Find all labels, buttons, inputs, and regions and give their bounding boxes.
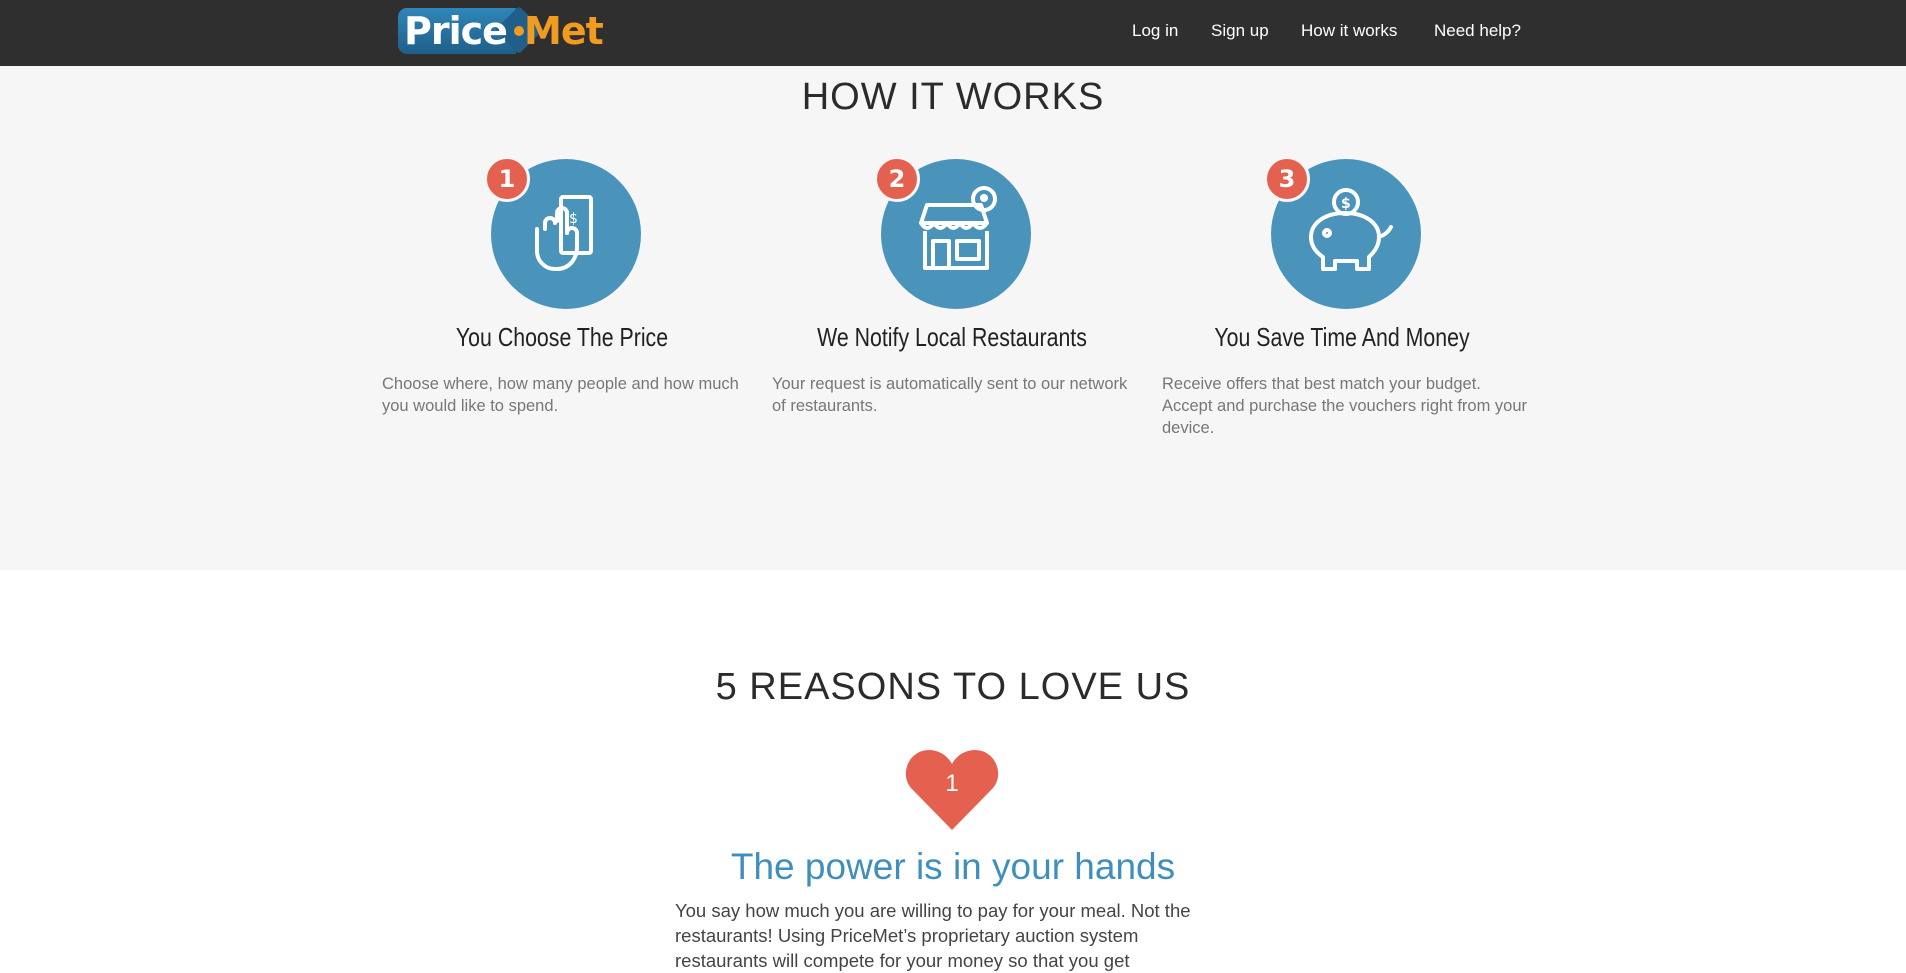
nav-log-in[interactable]: Log in: [1132, 21, 1178, 41]
main-nav: Log in Sign up How it works Need help?: [0, 0, 1906, 62]
top-navbar: Price Met Log in Sign up How it works Ne…: [0, 0, 1906, 66]
nav-sign-up[interactable]: Sign up: [1211, 21, 1269, 41]
reason-title: The power is in your hands: [730, 846, 1176, 887]
step-description: Receive offers that best match your budg…: [1162, 375, 1528, 437]
reason-description: You say how much you are willing to pay …: [675, 900, 1191, 971]
step-badge-1: 1: [484, 156, 530, 202]
step-title: You Save Time And Money: [1214, 322, 1470, 352]
step-title: You Choose The Price: [455, 322, 669, 352]
step-description: Your request is automatically sent to ou…: [772, 375, 1128, 415]
step-title: We Notify Local Restaurants: [817, 322, 1087, 352]
step-description: Choose where, how many people and how mu…: [382, 375, 739, 415]
svg-text:$: $: [569, 211, 578, 227]
how-it-works-section: HOW IT WORKS $ 1 You Choose The Price Ch…: [0, 66, 1906, 570]
reason-number: 1: [945, 770, 959, 797]
nav-how-it-works[interactable]: How it works: [1301, 21, 1397, 41]
step-badge-2: 2: [874, 156, 920, 202]
nav-need-help[interactable]: Need help?: [1434, 21, 1521, 41]
step-badge-3: 3: [1264, 156, 1310, 202]
how-it-works-title: HOW IT WORKS: [801, 76, 1105, 118]
svg-text:$: $: [1341, 196, 1351, 212]
reasons-title: 5 REASONS TO LOVE US: [715, 666, 1191, 708]
